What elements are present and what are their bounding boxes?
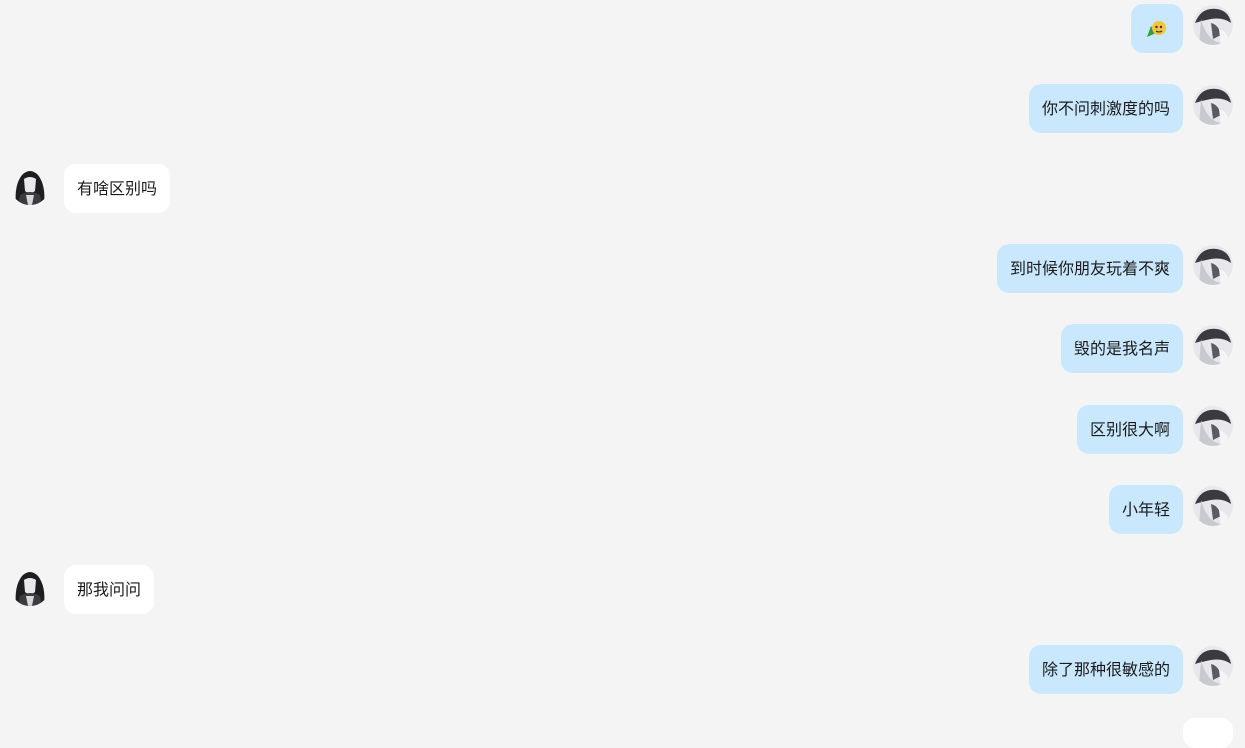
message-bubble[interactable]: 小年轻	[1108, 485, 1183, 534]
message-bubble[interactable]: 有啥区别吗	[64, 164, 171, 213]
my-avatar[interactable]	[1193, 5, 1233, 45]
message-bubble[interactable]: 区别很大啊	[1076, 405, 1183, 454]
message-bubble[interactable]: 你不问刺激度的吗	[1028, 84, 1183, 133]
contact-avatar[interactable]	[10, 165, 50, 205]
contact-avatar[interactable]	[10, 566, 50, 606]
message-row-incoming: 有啥区别吗	[0, 164, 1245, 214]
message-row-outgoing	[0, 4, 1245, 54]
message-bubble[interactable]: 那我问问	[64, 565, 155, 614]
message-row-outgoing: 区别很大啊	[0, 405, 1245, 455]
my-avatar[interactable]	[1193, 325, 1233, 365]
my-avatar[interactable]	[1193, 85, 1233, 125]
partial-message-bubble[interactable]	[1183, 718, 1233, 748]
message-bubble-emoji[interactable]	[1131, 4, 1183, 53]
my-avatar[interactable]	[1193, 486, 1233, 526]
message-row-outgoing: 毁的是我名声	[0, 324, 1245, 374]
message-bubble[interactable]: 到时候你朋友玩着不爽	[996, 244, 1183, 293]
chat-message-list[interactable]: 你不问刺激度的吗 有啥区别吗 到时候你朋友玩着不爽 毁的是我名声 区别很大啊 小…	[0, 0, 1245, 748]
message-row-outgoing: 到时候你朋友玩着不爽	[0, 244, 1245, 294]
my-avatar[interactable]	[1193, 646, 1233, 686]
message-bubble[interactable]: 毁的是我名声	[1060, 324, 1183, 373]
message-row-outgoing: 小年轻	[0, 485, 1245, 535]
message-row-outgoing: 除了那种很敏感的	[0, 645, 1245, 695]
message-bubble[interactable]: 除了那种很敏感的	[1028, 645, 1183, 694]
message-row-incoming: 那我问问	[0, 565, 1245, 615]
my-avatar[interactable]	[1193, 406, 1233, 446]
message-row-outgoing: 你不问刺激度的吗	[0, 84, 1245, 134]
sticker-face-emoji-icon	[1147, 21, 1166, 37]
my-avatar[interactable]	[1193, 245, 1233, 285]
